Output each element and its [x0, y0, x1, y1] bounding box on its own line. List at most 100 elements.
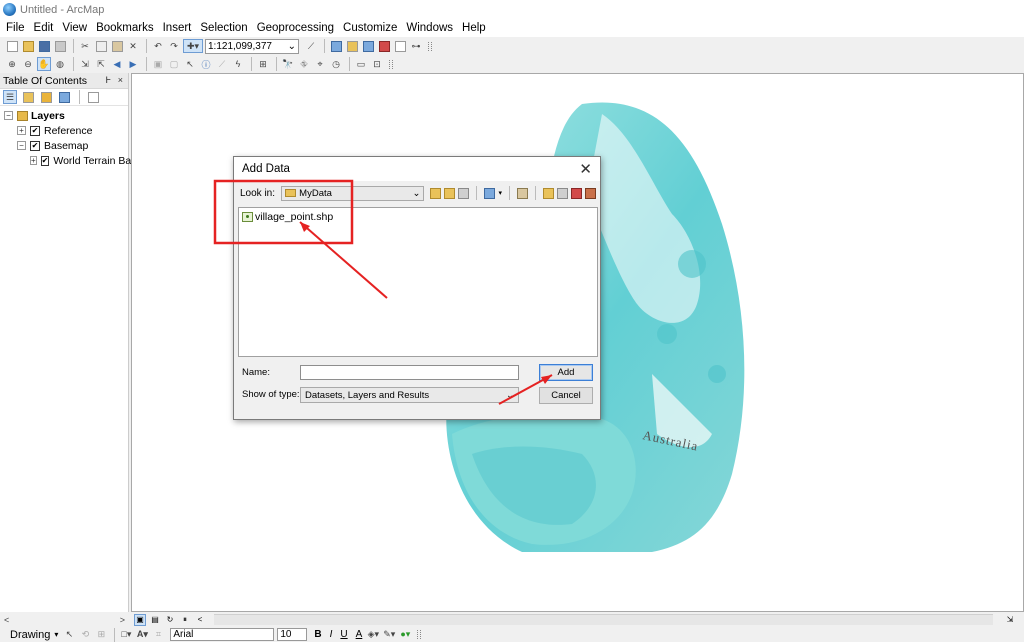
html-popup-icon[interactable]: ⟋ [215, 57, 229, 71]
create-viewer-window-icon[interactable]: ▭ [354, 57, 368, 71]
arctoolbox-icon[interactable] [377, 39, 391, 53]
python-window-icon[interactable] [393, 39, 407, 53]
fixed-zoom-out-icon[interactable]: ⇱ [94, 57, 108, 71]
select-features-icon[interactable]: ▣ [151, 57, 165, 71]
rectangle-icon[interactable]: □▾ [119, 628, 133, 642]
refresh-icon[interactable]: ↻ [164, 614, 176, 626]
catalog-icon[interactable] [345, 39, 359, 53]
data-view-button[interactable]: ▣ [134, 613, 146, 626]
zoom-in-icon[interactable]: ⊕ [5, 57, 19, 71]
forward-extent-icon[interactable]: ▶ [126, 57, 140, 71]
fixed-zoom-in-icon[interactable]: ⇲ [78, 57, 92, 71]
font-name-combo[interactable]: Arial [170, 628, 275, 641]
collapse-icon[interactable]: − [17, 141, 26, 150]
model-builder-icon[interactable]: ⊶ [409, 39, 423, 53]
time-slider-icon[interactable]: ◷ [329, 57, 343, 71]
view-options-icon[interactable] [484, 187, 496, 199]
fill-color-icon[interactable]: ◈▾ [366, 628, 380, 642]
menu-help[interactable]: Help [462, 22, 486, 34]
pan-icon[interactable]: ✋ [37, 57, 51, 71]
print-icon[interactable] [53, 39, 67, 53]
paste-icon[interactable] [110, 39, 124, 53]
font-size-combo[interactable]: 10 [277, 628, 308, 641]
toc-layer-world-terrain[interactable]: + ✔ World Terrain Ba [0, 153, 131, 168]
go-to-home-folder-icon[interactable] [444, 187, 456, 199]
hyperlink-icon[interactable]: ϟ [231, 57, 245, 71]
find-icon[interactable]: 🔭 [281, 57, 295, 71]
list-by-source-icon[interactable] [21, 90, 35, 104]
expand-icon[interactable]: + [30, 156, 37, 165]
toc-pin-close[interactable]: Ͱ × [105, 75, 125, 86]
scroll-track[interactable] [214, 614, 993, 625]
map-scale-combo[interactable]: 1:121,099,377 ⌄ [205, 38, 299, 54]
go-to-xy-icon[interactable]: ⌖ [313, 57, 327, 71]
menu-file[interactable]: File [6, 22, 25, 34]
select-elements-icon[interactable]: ↖ [62, 628, 76, 642]
full-extent-icon[interactable]: ◍ [53, 57, 67, 71]
line-color-icon[interactable]: ✎▾ [382, 628, 396, 642]
add-data-icon[interactable]: ✚▾ [183, 39, 203, 53]
table-of-contents-icon[interactable] [329, 39, 343, 53]
arctoolbox-icon[interactable] [570, 187, 582, 199]
show-of-type-combo[interactable]: Datasets, Layers and Results ⌄ [300, 387, 519, 403]
visibility-checkbox[interactable]: ✔ [40, 155, 50, 166]
collapse-icon[interactable]: − [4, 111, 13, 120]
bold-button[interactable]: B [314, 629, 321, 640]
new-database-icon[interactable] [556, 187, 568, 199]
toc-layer-reference[interactable]: + ✔ Reference [0, 123, 128, 138]
magnifier-icon[interactable]: ⊡ [370, 57, 384, 71]
copy-icon[interactable] [94, 39, 108, 53]
scroll-left-icon[interactable]: < [194, 614, 206, 626]
text-icon[interactable]: A▾ [135, 628, 149, 642]
menu-view[interactable]: View [62, 22, 87, 34]
connect-server-icon[interactable] [584, 187, 596, 199]
menu-customize[interactable]: Customize [343, 22, 397, 34]
menu-bookmarks[interactable]: Bookmarks [96, 22, 154, 34]
menu-insert[interactable]: Insert [163, 22, 192, 34]
menu-selection[interactable]: Selection [200, 22, 247, 34]
rotate-icon[interactable]: ⟲ [78, 628, 92, 642]
zoom-to-selected-icon[interactable]: ⊞ [94, 628, 108, 642]
scroll-right-icon[interactable]: > [120, 615, 125, 625]
catalog-view-icon[interactable] [516, 187, 528, 199]
file-list[interactable]: village_point.shp [238, 207, 598, 357]
close-icon[interactable]: ✕ [579, 160, 592, 178]
pause-drawing-icon[interactable]: ⏸ [179, 614, 191, 626]
toolbar-grip[interactable] [417, 630, 422, 639]
redo-icon[interactable]: ↷ [167, 39, 181, 53]
select-elements-icon[interactable]: ↖ [183, 57, 197, 71]
menu-geoprocessing[interactable]: Geoprocessing [257, 22, 334, 34]
toc-root-layers[interactable]: − Layers [0, 108, 128, 123]
editor-toolbar-icon[interactable]: ⟋ [304, 39, 318, 53]
save-icon[interactable] [37, 39, 51, 53]
underline-button[interactable]: U [340, 629, 347, 640]
toc-layer-basemap[interactable]: − ✔ Basemap [0, 138, 128, 153]
delete-icon[interactable]: ✕ [126, 39, 140, 53]
list-by-drawing-order-icon[interactable]: ☰ [3, 90, 17, 104]
marker-color-icon[interactable]: ●▾ [398, 628, 412, 642]
toc-options-icon[interactable] [86, 90, 100, 104]
identify-icon[interactable]: ⓘ [199, 57, 213, 71]
connect-to-folder-icon[interactable] [458, 187, 470, 199]
toolbar-grip[interactable] [428, 41, 432, 51]
cut-icon[interactable]: ✂ [78, 39, 92, 53]
italic-button[interactable]: I [330, 629, 333, 640]
edit-vertices-icon[interactable]: ⌗ [151, 628, 165, 642]
layout-view-button[interactable]: ▤ [149, 614, 161, 626]
find-route-icon[interactable]: ⛗ [297, 57, 311, 71]
drawing-menu[interactable]: Drawing [10, 629, 50, 641]
zoom-out-icon[interactable]: ⊖ [21, 57, 35, 71]
font-color-button[interactable]: A [356, 629, 363, 640]
up-one-level-icon[interactable] [430, 187, 442, 199]
toolbar-grip[interactable] [389, 59, 393, 69]
cancel-button[interactable]: Cancel [539, 387, 593, 404]
list-by-visibility-icon[interactable] [39, 90, 53, 104]
open-icon[interactable] [21, 39, 35, 53]
name-field[interactable] [300, 365, 519, 380]
resize-grip-icon[interactable]: ⇲ [1004, 614, 1016, 626]
list-item[interactable]: village_point.shp [242, 211, 333, 223]
expand-icon[interactable]: + [17, 126, 26, 135]
add-button[interactable]: Add [539, 364, 593, 381]
menu-windows[interactable]: Windows [406, 22, 453, 34]
measure-icon[interactable]: ⊞ [256, 57, 270, 71]
